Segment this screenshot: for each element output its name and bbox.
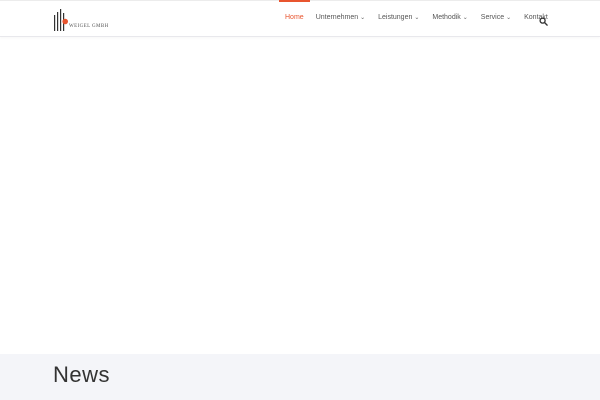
weigel-logo-icon (54, 9, 68, 31)
page: WEIGEL GMBH Home Unternehmen ⌄ Leistunge… (0, 0, 600, 400)
nav-item-label: Home (285, 14, 304, 21)
nav-item-unternehmen[interactable]: Unternehmen ⌄ (310, 0, 372, 37)
news-section: News (0, 354, 600, 400)
chevron-down-icon: ⌄ (506, 15, 512, 21)
nav-item-methodik[interactable]: Methodik ⌄ (426, 0, 474, 37)
main-navigation: Home Unternehmen ⌄ Leistungen ⌄ Methodik… (279, 0, 554, 37)
nav-item-label: Service (480, 14, 505, 21)
nav-item-service[interactable]: Service ⌄ (475, 0, 518, 37)
logo-link[interactable]: WEIGEL GMBH (54, 9, 114, 33)
nav-item-leistungen[interactable]: Leistungen ⌄ (372, 0, 426, 37)
chevron-down-icon: ⌄ (462, 15, 468, 21)
nav-item-label: Methodik (432, 14, 461, 21)
nav-item-label: Unternehmen (315, 14, 359, 21)
nav-item-home[interactable]: Home (279, 0, 310, 37)
chevron-down-icon: ⌄ (414, 15, 420, 21)
news-title: News (53, 362, 111, 387)
nav-item-label: Leistungen (378, 14, 413, 21)
chevron-down-icon: ⌄ (360, 15, 366, 21)
logo-text: WEIGEL GMBH (69, 24, 109, 29)
site-header: WEIGEL GMBH Home Unternehmen ⌄ Leistunge… (0, 0, 600, 37)
search-icon (539, 17, 548, 26)
search-button[interactable] (539, 13, 548, 26)
nav-item-kontakt[interactable]: Kontakt (518, 0, 554, 37)
